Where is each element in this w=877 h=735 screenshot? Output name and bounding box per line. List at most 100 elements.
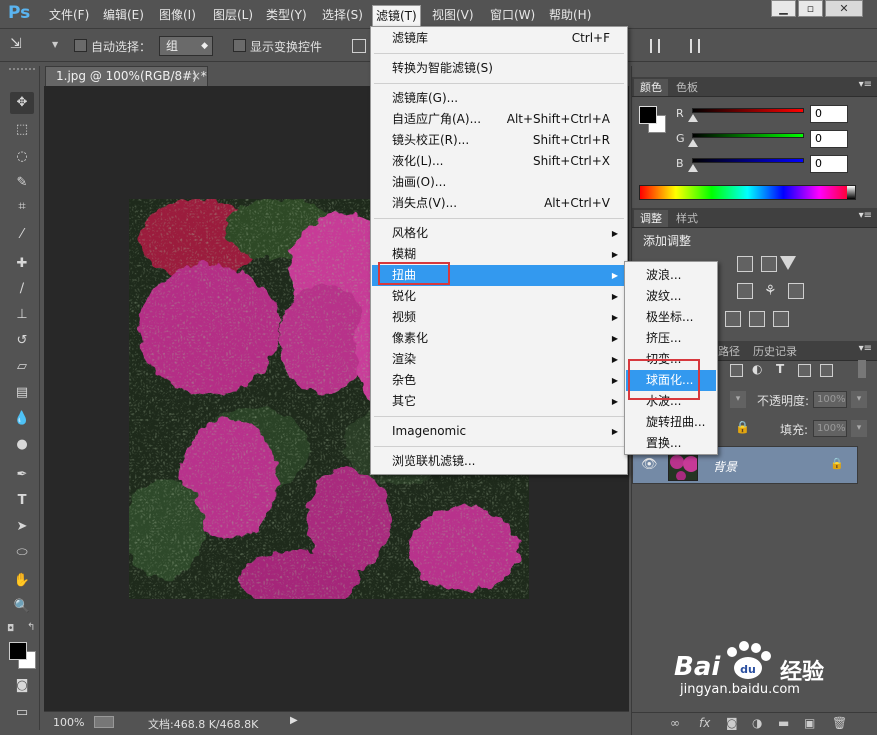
menu-view[interactable]: 视图(V) <box>429 6 477 24</box>
blend-mode-arrow-icon[interactable]: ▾ <box>730 391 746 408</box>
tab-adjustments[interactable]: 调整 <box>634 210 668 227</box>
stamp-tool-icon[interactable]: ⊥ <box>10 304 34 326</box>
new-layer-icon[interactable]: ▣ <box>804 716 815 730</box>
brush-tool-icon[interactable]: ∕ <box>10 278 34 300</box>
status-menu-arrow-icon[interactable]: ▶ <box>290 715 298 726</box>
pen-tool-icon[interactable]: ✒ <box>10 464 34 486</box>
color-balance-icon[interactable] <box>737 283 753 299</box>
screen-mode-icon[interactable]: ▭ <box>10 702 34 724</box>
tab-color[interactable]: 颜色 <box>634 79 668 96</box>
lock-all-icon[interactable]: 🔒 <box>735 420 750 434</box>
distribute-h-icon[interactable] <box>690 39 700 53</box>
menu-file[interactable]: 文件(F) <box>46 6 92 24</box>
submenu-item-twirl[interactable]: 旋转扭曲... <box>626 412 716 433</box>
visibility-eye-icon[interactable]: 👁 <box>641 457 658 472</box>
menu-edit[interactable]: 编辑(E) <box>100 6 147 24</box>
color-lookup-icon[interactable] <box>788 283 804 299</box>
menu-item-browse-online[interactable]: 浏览联机滤镜... <box>372 451 626 472</box>
menu-image[interactable]: 图像(I) <box>156 6 199 24</box>
tab-styles[interactable]: 样式 <box>670 210 704 227</box>
foreground-color-swatch[interactable] <box>9 642 27 660</box>
channel-g-slider[interactable] <box>692 133 804 138</box>
filter-type-icon[interactable]: T <box>776 362 784 376</box>
channel-r-slider[interactable] <box>692 108 804 113</box>
filter-adjust-icon[interactable]: ◐ <box>752 362 762 376</box>
submenu-item-displace[interactable]: 置换... <box>626 433 716 454</box>
move-tool-preset-icon[interactable]: ⇲ <box>10 36 22 52</box>
document-tab[interactable]: 1.jpg @ 100%(RGB/8#) * × <box>45 66 208 86</box>
channel-r-thumb[interactable] <box>688 114 698 122</box>
menu-select[interactable]: 选择(S) <box>319 6 366 24</box>
distribute-icon[interactable] <box>650 39 660 53</box>
auto-select-dropdown[interactable]: 组 ◆ <box>159 36 213 56</box>
channel-g-thumb[interactable] <box>688 139 698 147</box>
blur-tool-icon[interactable]: 💧 <box>10 408 34 430</box>
hand-tool-icon[interactable]: ✋ <box>10 570 34 592</box>
channel-r-value[interactable]: 0 <box>810 105 848 123</box>
menu-item-vanishing-point[interactable]: 消失点(V)... Alt+Ctrl+V <box>372 193 626 214</box>
new-adjustment-icon[interactable]: ◑ <box>752 716 762 730</box>
menu-item-filter-gallery[interactable]: 滤镜库(G)... <box>372 88 626 109</box>
submenu-item-ripple[interactable]: 波纹... <box>626 286 716 307</box>
auto-select-checkbox[interactable] <box>74 39 87 52</box>
new-group-icon[interactable]: ▬ <box>778 716 789 730</box>
levels-icon[interactable] <box>737 256 753 272</box>
menu-item-filter-gallery-last[interactable]: 滤镜库 Ctrl+F <box>372 28 626 49</box>
vibrance-icon[interactable] <box>780 256 796 270</box>
marquee-tool-icon[interactable]: ⬚ <box>10 119 34 141</box>
channel-mixer-icon[interactable]: ⚘ <box>764 283 777 299</box>
posterize-icon[interactable] <box>725 311 741 327</box>
color-fg-swatch[interactable] <box>639 106 657 124</box>
panel-menu-icon[interactable]: ▾≡ <box>859 210 872 221</box>
document-close-icon[interactable]: × <box>191 67 201 85</box>
swap-colors-icon[interactable]: ↰ <box>27 622 35 633</box>
history-brush-icon[interactable]: ↺ <box>10 330 34 352</box>
submenu-item-pinch[interactable]: 挤压... <box>626 328 716 349</box>
minimize-button[interactable]: ▁ <box>771 0 796 17</box>
menu-help[interactable]: 帮助(H) <box>546 6 594 24</box>
submenu-item-wave[interactable]: 波浪... <box>626 265 716 286</box>
menu-item-adaptive-wide-angle[interactable]: 自适应广角(A)... Alt+Shift+Ctrl+A <box>372 109 626 130</box>
lasso-tool-icon[interactable]: ◌ <box>10 146 34 168</box>
fill-field[interactable]: 100% <box>813 420 847 437</box>
menu-item-oil-paint[interactable]: 油画(O)... <box>372 172 626 193</box>
align-top-icon[interactable] <box>352 39 366 53</box>
panel-menu-icon[interactable]: ▾≡ <box>859 79 872 90</box>
close-button[interactable]: ✕ <box>825 0 863 17</box>
menu-item-lens-correction[interactable]: 镜头校正(R)... Shift+Ctrl+R <box>372 130 626 151</box>
menu-item-pixelate[interactable]: 像素化 ▶ <box>372 328 626 349</box>
filter-smart-icon[interactable] <box>820 364 833 377</box>
eyedropper-tool-icon[interactable]: ⁄ <box>10 224 34 246</box>
type-tool-icon[interactable]: T <box>10 490 34 512</box>
quick-mask-icon[interactable]: ◙ <box>10 675 34 697</box>
quick-select-tool-icon[interactable]: ✎ <box>10 172 34 194</box>
menu-item-render[interactable]: 渲染 ▶ <box>372 349 626 370</box>
menu-item-noise[interactable]: 杂色 ▶ <box>372 370 626 391</box>
menu-item-liquify[interactable]: 液化(L)... Shift+Ctrl+X <box>372 151 626 172</box>
menu-item-other[interactable]: 其它 ▶ <box>372 391 626 412</box>
zoom-tool-icon[interactable]: 🔍 <box>10 596 34 618</box>
channel-b-value[interactable]: 0 <box>810 155 848 173</box>
move-tool-icon[interactable]: ✥ <box>10 92 34 114</box>
menu-item-video[interactable]: 视频 ▶ <box>372 307 626 328</box>
opacity-arrow-icon[interactable]: ▾ <box>851 391 867 408</box>
delete-layer-icon[interactable]: 🗑 <box>832 716 847 730</box>
path-select-icon[interactable]: ➤ <box>10 516 34 538</box>
healing-brush-icon[interactable]: ✚ <box>10 253 34 275</box>
menu-type[interactable]: 类型(Y) <box>263 6 310 24</box>
curves-icon[interactable] <box>761 256 777 272</box>
panel-menu-icon[interactable]: ▾≡ <box>859 343 872 354</box>
dodge-tool-icon[interactable]: ● <box>10 434 34 456</box>
link-layers-icon[interactable]: ∞ <box>670 716 680 730</box>
menu-item-convert-smart[interactable]: 转换为智能滤镜(S) <box>372 58 626 79</box>
tab-history[interactable]: 历史记录 <box>747 343 803 360</box>
channel-b-thumb[interactable] <box>688 164 698 172</box>
show-transform-checkbox[interactable] <box>233 39 246 52</box>
filter-toggle[interactable] <box>858 360 866 378</box>
zoom-level[interactable]: 100% <box>53 716 84 729</box>
tab-swatches[interactable]: 色板 <box>670 79 704 96</box>
add-mask-icon[interactable]: ◙ <box>726 716 738 730</box>
menu-item-imagenomic[interactable]: Imagenomic ▶ <box>372 421 626 442</box>
toolbox-grip[interactable] <box>9 68 35 72</box>
eraser-tool-icon[interactable]: ▱ <box>10 356 34 378</box>
